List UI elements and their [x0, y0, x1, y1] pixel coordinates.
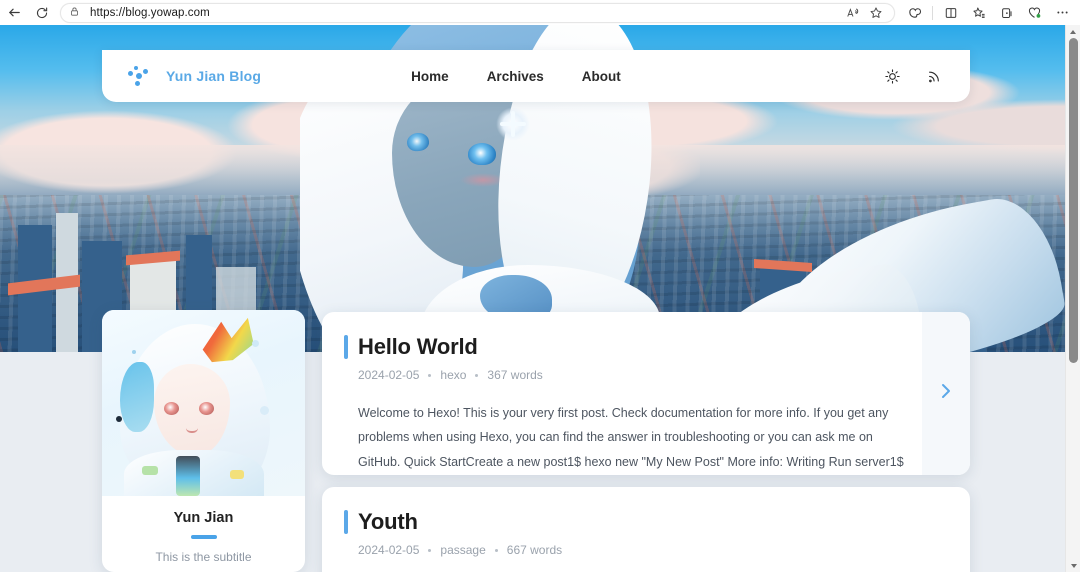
ellipsis-icon[interactable] [1049, 2, 1076, 24]
avatar-speck [252, 340, 259, 347]
browser-toolbar: https://blog.yowap.com [0, 0, 1080, 25]
refresh-button[interactable] [28, 2, 56, 24]
post-excerpt: Welcome to Hexo! This is your very first… [358, 406, 904, 469]
profile-divider [190, 535, 217, 539]
avatar-speck [132, 350, 136, 354]
profile-card: Yun Jian This is the subtitle [102, 310, 305, 572]
collections-icon[interactable] [993, 2, 1020, 24]
favorites-icon[interactable] [965, 2, 992, 24]
post-meta: 2024-02-05 passage 667 words [358, 543, 946, 557]
scrollbar-thumb[interactable] [1069, 38, 1078, 363]
avatar-speck [260, 406, 269, 415]
brand-name: Yun Jian Blog [166, 68, 262, 84]
meta-separator-icon [428, 373, 432, 377]
post-title-row: Youth [344, 509, 946, 535]
browser-tool-icons [901, 2, 1080, 24]
page-scrollbar[interactable] [1065, 25, 1080, 572]
avatar-hair-tuft [120, 362, 154, 432]
meta-separator-icon [494, 548, 498, 552]
toolbar-divider [932, 5, 933, 20]
meta-separator-icon [475, 373, 479, 377]
title-accent-bar [344, 335, 348, 359]
copilot-icon[interactable] [901, 2, 928, 24]
post-title[interactable]: Youth [358, 509, 418, 535]
post-content: Hello World 2024-02-05 hexo 367 words We… [322, 312, 970, 475]
post-category[interactable]: passage [440, 543, 485, 557]
sun-icon[interactable] [882, 66, 902, 86]
brand[interactable]: Yun Jian Blog [128, 66, 261, 86]
post-card[interactable]: Hello World 2024-02-05 hexo 367 words We… [322, 312, 970, 475]
post-date: 2024-02-05 [358, 368, 420, 382]
dots-logo-icon [128, 66, 150, 86]
star-hairpin-icon [496, 107, 530, 141]
post-meta: 2024-02-05 hexo 367 words [358, 368, 946, 382]
page-viewport: Yun Jian Blog Home Archives About Yun Ji… [0, 25, 1080, 572]
post-title-row: Hello World [344, 334, 946, 360]
chevron-right-icon [938, 380, 954, 407]
avatar-speck [230, 470, 244, 479]
post-word-count: 367 words [487, 368, 543, 382]
scroll-up-icon[interactable] [1066, 25, 1080, 38]
post-content: Youth 2024-02-05 passage 667 words [322, 487, 970, 557]
rss-icon[interactable] [924, 66, 944, 86]
post-title[interactable]: Hello World [358, 334, 478, 360]
add-favorite-icon[interactable] [865, 3, 886, 22]
profile-subtitle: This is the subtitle [155, 550, 252, 564]
character-eye [468, 143, 496, 165]
avatar-collar [176, 456, 200, 496]
profile-body: Yun Jian This is the subtitle [102, 496, 305, 564]
post-card[interactable]: Youth 2024-02-05 passage 667 words [322, 487, 970, 572]
browser-essentials-icon[interactable] [1021, 2, 1048, 24]
url-text: https://blog.yowap.com [90, 6, 210, 19]
profile-name: Yun Jian [173, 510, 234, 526]
scroll-down-icon[interactable] [1066, 559, 1080, 572]
avatar [102, 310, 305, 496]
site-header: Yun Jian Blog Home Archives About [102, 50, 970, 102]
nav-item-about[interactable]: About [582, 69, 621, 84]
post-read-more-button[interactable] [922, 312, 970, 475]
avatar-eye [164, 402, 179, 415]
title-accent-bar [344, 510, 348, 534]
avatar-speck [116, 416, 122, 422]
address-bar[interactable]: https://blog.yowap.com [60, 2, 895, 23]
split-screen-icon[interactable] [937, 2, 964, 24]
read-aloud-icon[interactable] [842, 3, 863, 22]
meta-separator-icon [428, 548, 432, 552]
avatar-speck [142, 466, 158, 475]
header-actions [882, 66, 944, 86]
back-button[interactable] [0, 2, 28, 24]
post-date: 2024-02-05 [358, 543, 420, 557]
nav-item-archives[interactable]: Archives [487, 69, 544, 84]
nav-item-home[interactable]: Home [411, 69, 449, 84]
post-word-count: 667 words [506, 543, 563, 557]
post-category[interactable]: hexo [440, 368, 466, 382]
lock-icon [69, 6, 83, 20]
site-navigation: Home Archives About [411, 69, 621, 84]
avatar-eye [199, 402, 214, 415]
